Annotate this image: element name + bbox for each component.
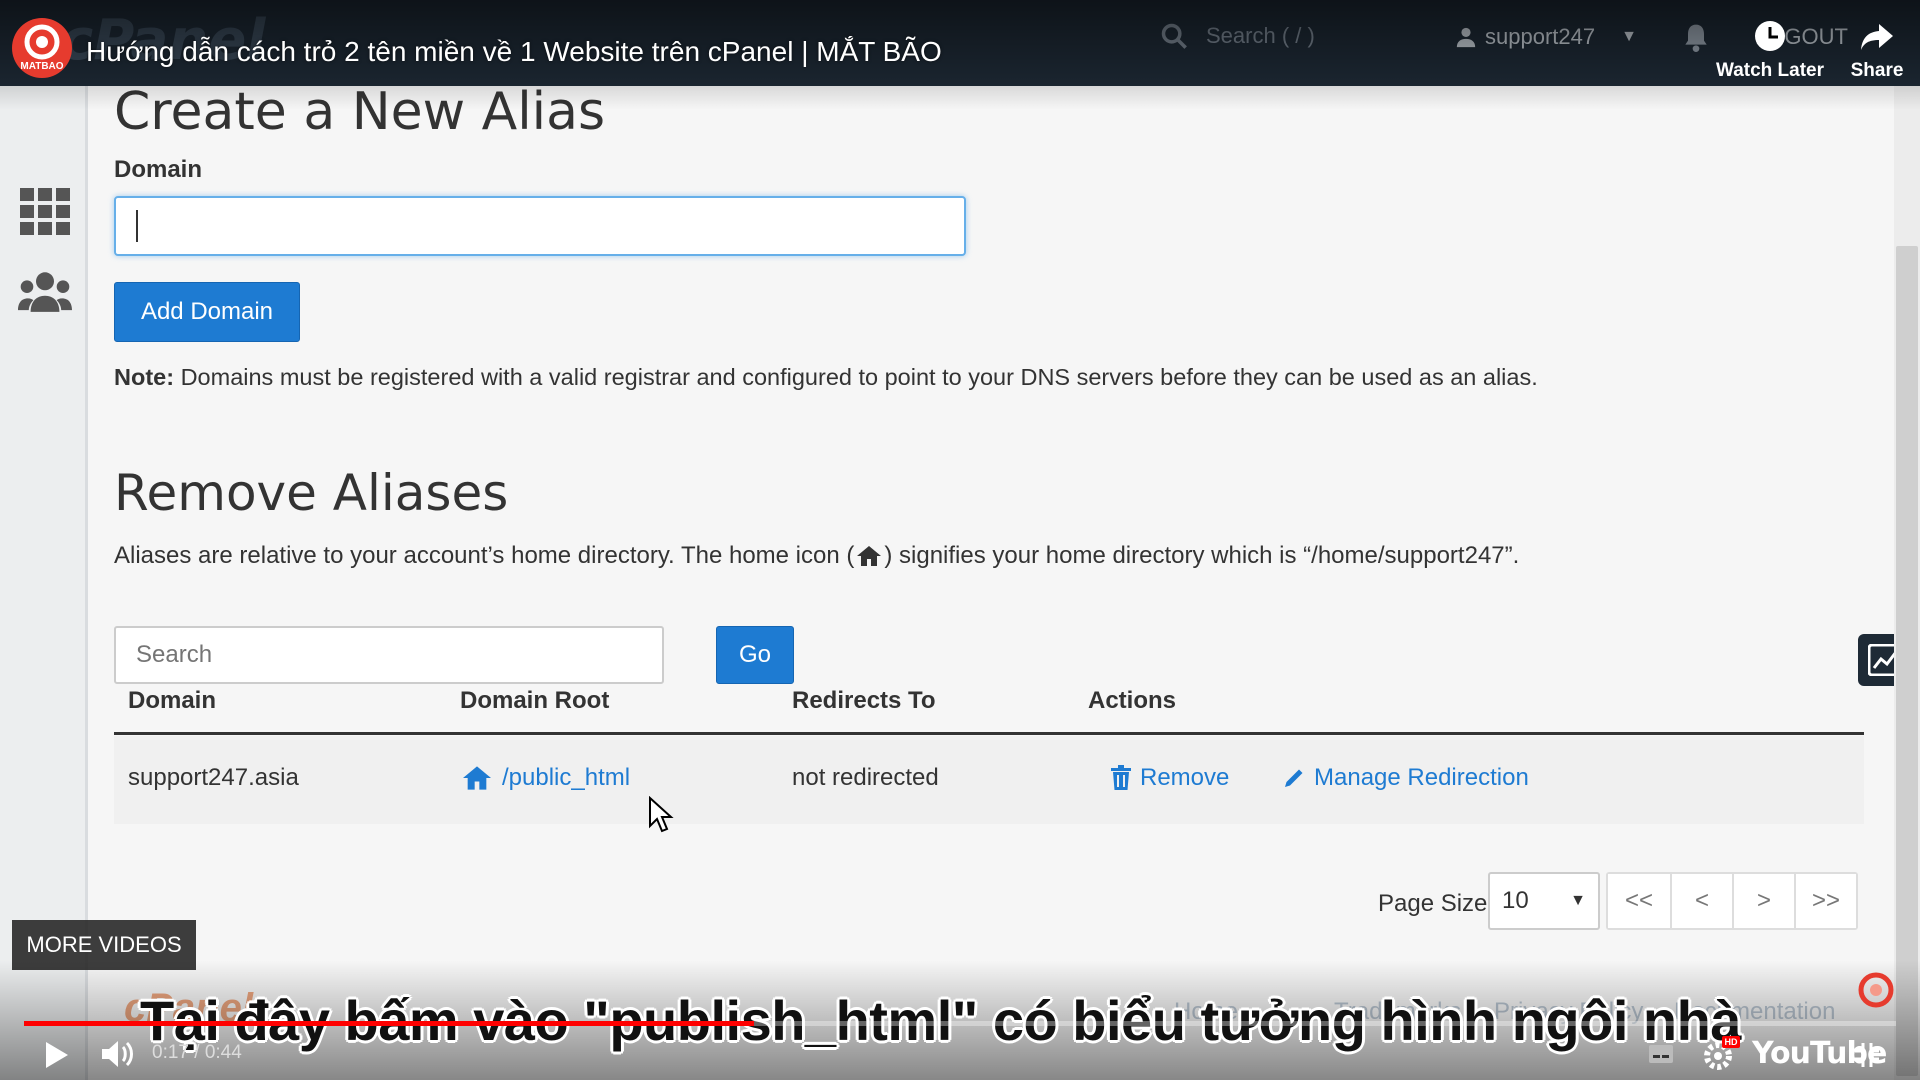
remove-aliases-description: Aliases are relative to your account’s h… — [114, 542, 1519, 570]
next-page-button[interactable]: > — [1732, 874, 1794, 928]
user-icon — [1456, 27, 1476, 48]
go-button[interactable]: Go — [716, 626, 794, 684]
column-header-redirects-to[interactable]: Redirects To — [792, 686, 936, 716]
remove-label: Remove — [1140, 764, 1230, 791]
share-button[interactable]: Share — [1834, 18, 1920, 82]
progress-played — [24, 1021, 755, 1026]
share-arrow-icon — [1861, 24, 1893, 50]
subtitles-icon[interactable] — [1648, 1044, 1674, 1064]
desc-after: ) signifies your home directory which is… — [884, 542, 1520, 569]
domain-label: Domain — [114, 156, 203, 183]
video-frame: cPanel Search ( / ) support247 ▼ LOGOUT … — [0, 0, 1920, 1080]
row-redirects: not redirected — [792, 764, 939, 791]
row-domain: support247.asia — [128, 764, 299, 791]
column-header-domain[interactable]: Domain — [128, 686, 216, 716]
table-row: support247.asia /public_html not redirec… — [114, 736, 1864, 824]
topbar-search[interactable]: Search ( / ) — [1160, 22, 1315, 50]
column-header-actions: Actions — [1088, 687, 1177, 714]
volume-icon[interactable] — [100, 1038, 136, 1070]
chevron-down-icon: ▼ — [1621, 28, 1637, 45]
channel-avatar[interactable]: MATBAO — [12, 18, 72, 78]
note-text: Note: Domains must be registered with a … — [114, 364, 1538, 391]
desc-before: Aliases are relative to your account’s h… — [114, 542, 855, 569]
remove-aliases-heading: Remove Aliases — [114, 464, 509, 522]
pencil-icon — [1285, 769, 1303, 787]
home-icon — [463, 766, 491, 790]
create-alias-heading: Create a New Alias — [114, 82, 606, 142]
svg-text:HD: HD — [1725, 1037, 1738, 1047]
page-size-select[interactable]: 10 ▼ — [1488, 872, 1600, 930]
user-menu[interactable]: support247 ▼ — [1455, 24, 1637, 50]
mouse-cursor-icon — [649, 796, 674, 833]
scrollbar-thumb[interactable] — [1896, 246, 1918, 1076]
note-body: Domains must be registered with a valid … — [174, 364, 1538, 390]
share-label: Share — [1850, 60, 1904, 81]
username: support247 — [1485, 24, 1596, 49]
clock-icon — [1755, 21, 1785, 51]
note-label: Note: — [114, 364, 175, 390]
add-domain-button[interactable]: Add Domain — [114, 282, 300, 342]
page-size-value: 10 — [1502, 887, 1529, 914]
home-icon — [857, 546, 882, 566]
channel-watermark-icon[interactable] — [1856, 970, 1896, 1010]
manage-redirection-label: Manage Redirection — [1314, 764, 1529, 791]
remove-link[interactable]: Remove — [1110, 764, 1229, 792]
last-page-button[interactable]: >> — [1794, 874, 1856, 928]
more-videos-button[interactable]: MORE VIDEOS — [12, 920, 196, 970]
settings-gear-icon[interactable]: HD — [1702, 1034, 1742, 1072]
player-controls: 0:17 / 0:44 HD YouTube — [0, 1030, 1920, 1080]
topbar-search-placeholder: Search ( / ) — [1206, 23, 1315, 48]
text-cursor — [136, 210, 138, 242]
pagination: << < > >> — [1606, 872, 1858, 930]
table-header-divider — [114, 732, 1864, 735]
apps-grid-icon[interactable] — [18, 186, 72, 236]
play-icon[interactable] — [44, 1040, 70, 1070]
alias-search-input[interactable] — [114, 626, 664, 684]
channel-logo-text: MATBAO — [20, 61, 64, 72]
domain-input[interactable] — [114, 196, 966, 256]
exit-fullscreen-icon[interactable] — [1854, 1042, 1880, 1068]
column-header-domain-root[interactable]: Domain Root — [460, 686, 609, 716]
watch-later-label: Watch Later — [1715, 60, 1825, 81]
prev-page-button[interactable]: < — [1670, 874, 1732, 928]
page-size-label: Page Size — [1378, 890, 1488, 917]
time-display: 0:17 / 0:44 — [152, 1042, 242, 1063]
chevron-down-icon: ▼ — [1570, 892, 1586, 909]
domain-root-label: /public_html — [502, 764, 631, 791]
search-icon — [1161, 23, 1187, 49]
users-icon[interactable] — [18, 268, 72, 318]
manage-redirection-link[interactable]: Manage Redirection — [1282, 764, 1529, 792]
trash-icon — [1111, 765, 1131, 790]
video-title[interactable]: Hướng dẫn cách trỏ 2 tên miền về 1 Websi… — [86, 36, 942, 68]
first-page-button[interactable]: << — [1608, 874, 1670, 928]
domain-root-link[interactable]: /public_html — [460, 764, 630, 792]
watch-later-button[interactable]: Watch Later — [1706, 18, 1834, 82]
